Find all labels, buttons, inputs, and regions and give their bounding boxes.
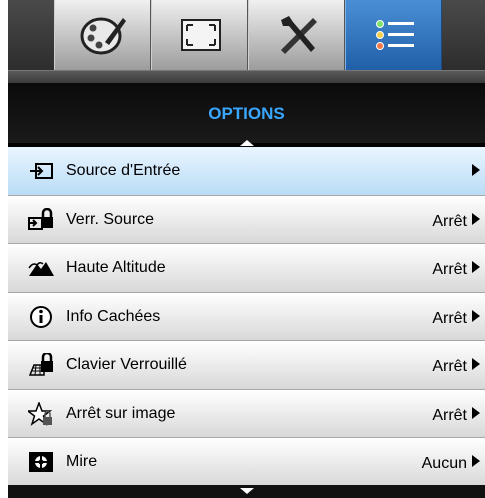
menu-item-value: Arrêt [432, 261, 467, 278]
scroll-up-icon[interactable] [240, 140, 254, 146]
tab-bar [8, 0, 485, 77]
chevron-right-icon [472, 358, 480, 370]
page-title: OPTIONS [8, 83, 485, 143]
menu-item-input-source[interactable]: Source d'Entrée [8, 147, 485, 196]
tools-icon [281, 16, 317, 54]
chevron-right-icon [472, 406, 480, 419]
mountain-icon [28, 261, 54, 276]
tab-bar-base [8, 70, 485, 83]
tab-setup[interactable] [248, 0, 345, 72]
menu-item-label: Info Cachées [66, 307, 161, 325]
osd-menu: OPTIONS Source d'Entrée Verr. Source Arr… [8, 0, 485, 498]
chevron-right-icon [472, 455, 480, 467]
input-source-icon [30, 163, 53, 179]
menu-item-test-pattern[interactable]: Mire Aucun [8, 438, 485, 487]
menu-item-label: Arrêt sur image [66, 404, 176, 422]
menu-item-value: Arrêt [432, 309, 467, 327]
menu-item-value: Arrêt [432, 406, 467, 424]
tab-image[interactable] [54, 0, 151, 72]
options-menu: Source d'Entrée Verr. Source Arrêt Haute… [8, 147, 485, 487]
menu-item-hidden-info[interactable]: Info Cachées Arrêt [8, 292, 485, 341]
chevron-right-icon [472, 212, 480, 225]
menu-item-label: Verr. Source [66, 210, 155, 228]
scroll-down-icon[interactable] [240, 488, 254, 494]
menu-item-high-altitude[interactable]: Haute Altitude Arrêt [8, 244, 485, 293]
chevron-right-icon [472, 261, 480, 273]
info-icon [30, 305, 52, 328]
list-icon [376, 20, 414, 50]
tab-display[interactable] [151, 0, 248, 72]
tab-options[interactable] [345, 0, 442, 72]
source-lock-icon [28, 207, 53, 230]
screen-resize-icon [181, 19, 221, 51]
menu-item-value: Aucun [421, 455, 467, 472]
menu-item-value: Arrêt [432, 212, 467, 230]
freeze-star-icon [28, 401, 53, 426]
chevron-right-icon [472, 309, 480, 322]
menu-item-label: Clavier Verrouillé [66, 356, 187, 373]
keypad-lock-icon [28, 353, 53, 376]
menu-item-label: Mire [66, 453, 98, 470]
menu-item-freeze[interactable]: Arrêt sur image Arrêt [8, 389, 485, 438]
menu-item-label: Haute Altitude [66, 259, 166, 276]
chevron-right-icon [472, 164, 480, 176]
menu-item-source-lock[interactable]: Verr. Source Arrêt [8, 195, 485, 244]
menu-item-keypad-lock[interactable]: Clavier Verrouillé Arrêt [8, 341, 485, 390]
menu-item-label: Source d'Entrée [66, 162, 181, 179]
palette-icon [80, 17, 126, 55]
test-pattern-icon [29, 452, 53, 472]
menu-item-value: Arrêt [432, 358, 467, 375]
